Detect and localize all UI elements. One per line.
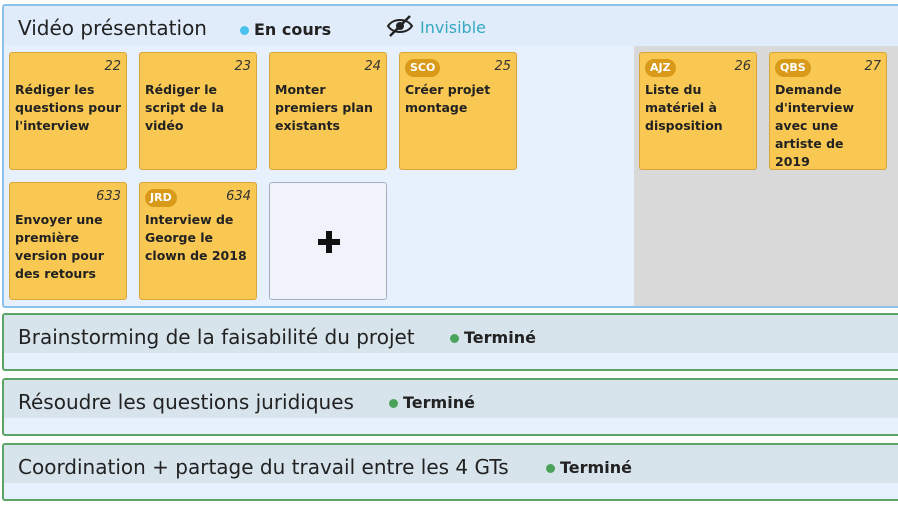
- assignee-badge: QBS: [775, 59, 811, 77]
- task-number: 634: [226, 189, 251, 204]
- status-label[interactable]: Terminé: [464, 328, 536, 347]
- status-label[interactable]: En cours: [254, 20, 331, 39]
- task-number: 24: [364, 59, 381, 74]
- task-card[interactable]: 22 Rédiger les questions pour l'intervie…: [9, 52, 127, 170]
- task-title: Demande d'interview avec une artiste de …: [775, 82, 855, 169]
- task-title: Créer projet montage: [405, 82, 491, 115]
- group-title[interactable]: Résoudre les questions juridiques: [18, 390, 354, 414]
- assignee-badge: AJZ: [645, 59, 676, 77]
- add-task-button[interactable]: [269, 182, 387, 300]
- task-number: 633: [96, 189, 121, 204]
- eye-slash-icon[interactable]: [386, 14, 414, 38]
- task-card[interactable]: 633 Envoyer une première version pour de…: [9, 182, 127, 300]
- group-title[interactable]: Brainstorming de la faisabilité du proje…: [18, 325, 415, 349]
- task-title: Interview de George le clown de 2018: [145, 212, 247, 263]
- task-number: 27: [864, 59, 881, 74]
- group-panel-video-presentation: Vidéo présentation En cours Invisible 22…: [2, 4, 898, 308]
- task-title: Rédiger les questions pour l'interview: [15, 82, 121, 133]
- status-dot: [546, 464, 555, 473]
- status-dot: [389, 399, 398, 408]
- group-header: Vidéo présentation En cours Invisible: [4, 6, 898, 46]
- group-panel-questions-juridiques: Résoudre les questions juridiques Termin…: [2, 378, 898, 436]
- task-card[interactable]: JRD 634 Interview de George le clown de …: [139, 182, 257, 300]
- group-title[interactable]: Coordination + partage du travail entre …: [18, 455, 509, 479]
- assignee-badge: JRD: [145, 189, 177, 207]
- status-dot: [450, 334, 459, 343]
- status-dot: [240, 26, 249, 35]
- task-card[interactable]: 24 Monter premiers plan existants: [269, 52, 387, 170]
- status-label[interactable]: Terminé: [403, 393, 475, 412]
- task-card[interactable]: 23 Rédiger le script de la vidéo: [139, 52, 257, 170]
- task-title: Liste du matériel à disposition: [645, 82, 723, 133]
- visibility-label[interactable]: Invisible: [420, 18, 486, 37]
- task-title: Envoyer une première version pour des re…: [15, 212, 104, 281]
- task-number: 25: [494, 59, 511, 74]
- group-panel-brainstorming: Brainstorming de la faisabilité du proje…: [2, 313, 898, 371]
- task-number: 22: [104, 59, 121, 74]
- task-number: 23: [234, 59, 251, 74]
- group-panel-coordination: Coordination + partage du travail entre …: [2, 443, 898, 501]
- task-title: Monter premiers plan existants: [275, 82, 373, 133]
- task-title: Rédiger le script de la vidéo: [145, 82, 225, 133]
- group-title[interactable]: Vidéo présentation: [18, 16, 207, 40]
- task-card[interactable]: SCO 25 Créer projet montage: [399, 52, 517, 170]
- task-card[interactable]: AJZ 26 Liste du matériel à disposition: [639, 52, 757, 170]
- task-card[interactable]: QBS 27 Demande d'interview avec une arti…: [769, 52, 887, 170]
- task-number: 26: [734, 59, 751, 74]
- status-label[interactable]: Terminé: [560, 458, 632, 477]
- assignee-badge: SCO: [405, 59, 441, 77]
- plus-icon: [318, 231, 340, 253]
